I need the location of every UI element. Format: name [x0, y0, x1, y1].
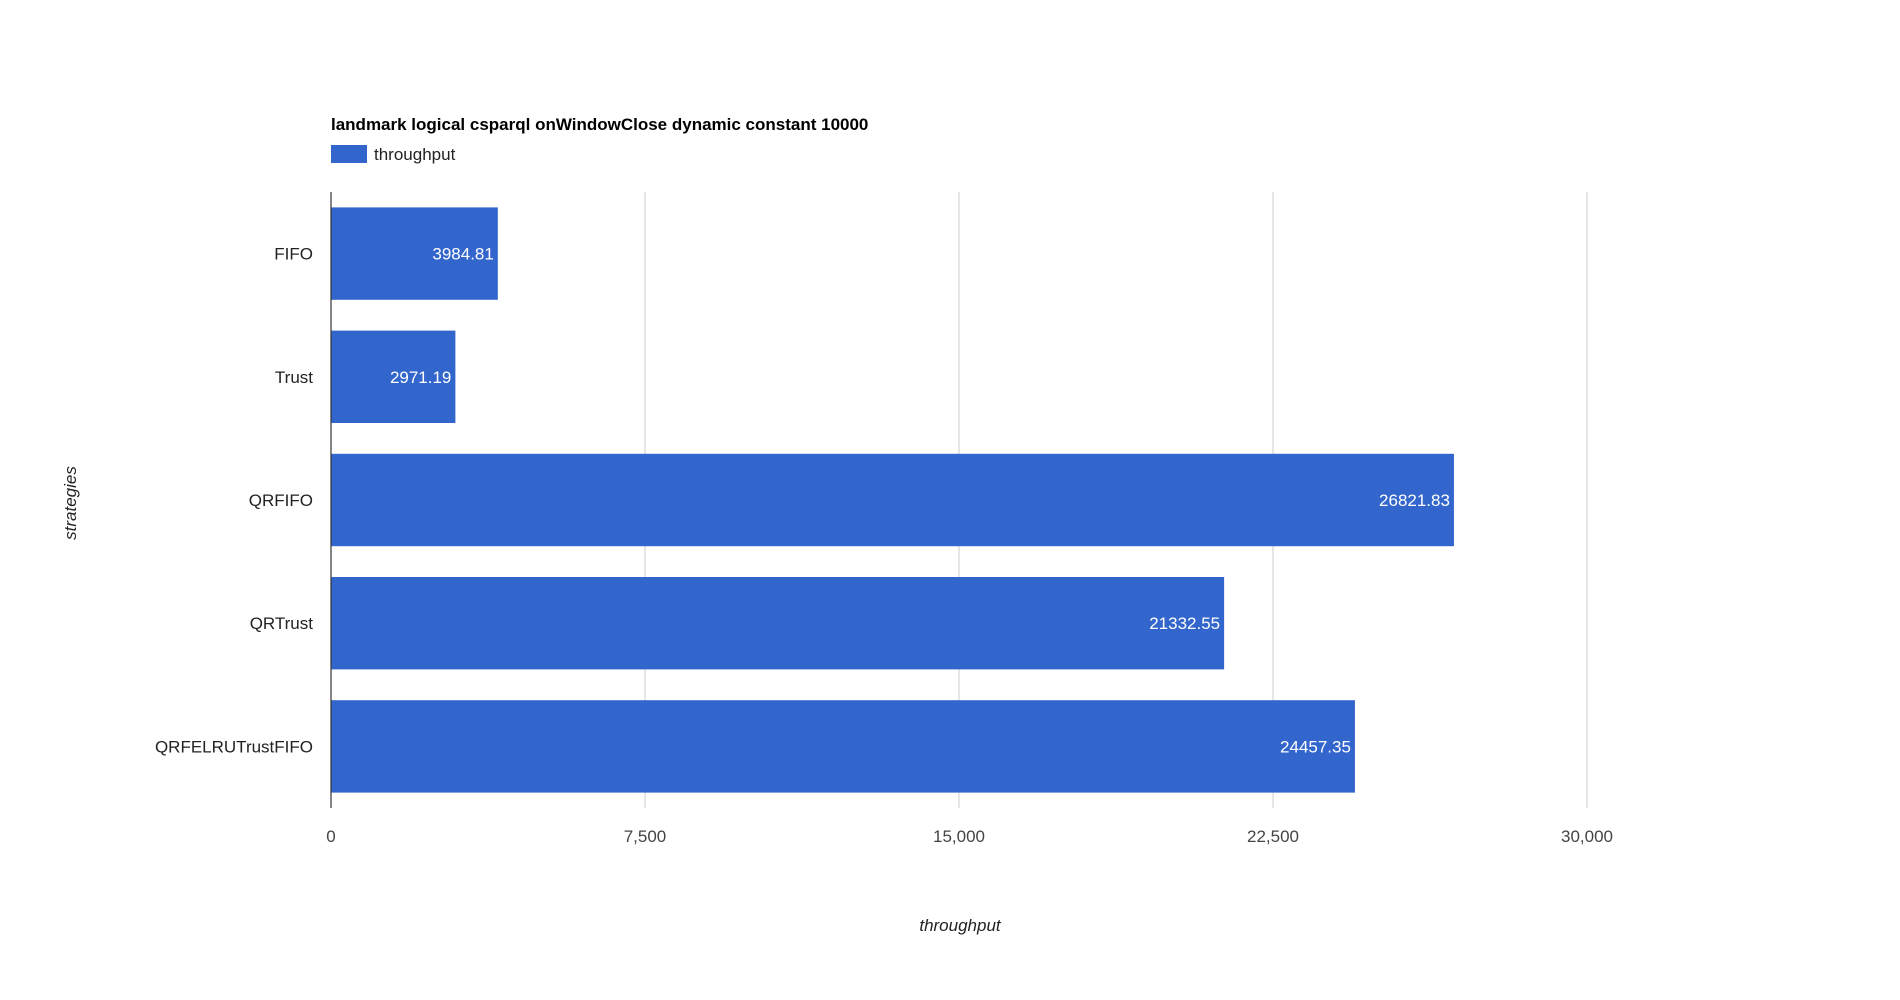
y-axis-title: strategies	[61, 466, 80, 540]
bar-data-label: 24457.35	[1280, 737, 1351, 756]
category-label: QRFIFO	[249, 491, 313, 510]
bar-data-label: 2971.19	[390, 368, 451, 387]
bar-data-label: 21332.55	[1149, 614, 1220, 633]
x-tick-labels: 0 7,500 15,000 22,500 30,000	[326, 827, 1613, 846]
x-tick-label: 22,500	[1247, 827, 1299, 846]
x-tick-label: 7,500	[624, 827, 667, 846]
legend-label: throughput	[374, 145, 456, 164]
bar	[331, 700, 1355, 793]
bar	[331, 577, 1225, 670]
bar-chart: landmark logical csparql onWindowClose d…	[61, 115, 1613, 935]
bar-data-label: 3984.81	[432, 245, 493, 264]
bar-data-label: 26821.83	[1379, 491, 1450, 510]
chart-title: landmark logical csparql onWindowClose d…	[331, 115, 868, 134]
category-label: QRTrust	[250, 614, 314, 633]
x-tick-label: 30,000	[1561, 827, 1613, 846]
x-tick-label: 15,000	[933, 827, 985, 846]
x-tick-label: 0	[326, 827, 335, 846]
x-axis-title: throughput	[919, 916, 1002, 935]
legend: throughput	[331, 145, 456, 164]
category-labels: FIFO Trust QRFIFO QRTrust QRFELRUTrustFIFO	[155, 245, 313, 757]
bars: 3984.81 2971.19 26821.83 21332.55 24457.35	[331, 207, 1454, 793]
category-label: FIFO	[274, 245, 313, 264]
legend-swatch	[331, 145, 367, 163]
category-label: QRFELRUTrustFIFO	[155, 737, 313, 756]
bar	[331, 453, 1454, 547]
category-label: Trust	[275, 368, 313, 387]
